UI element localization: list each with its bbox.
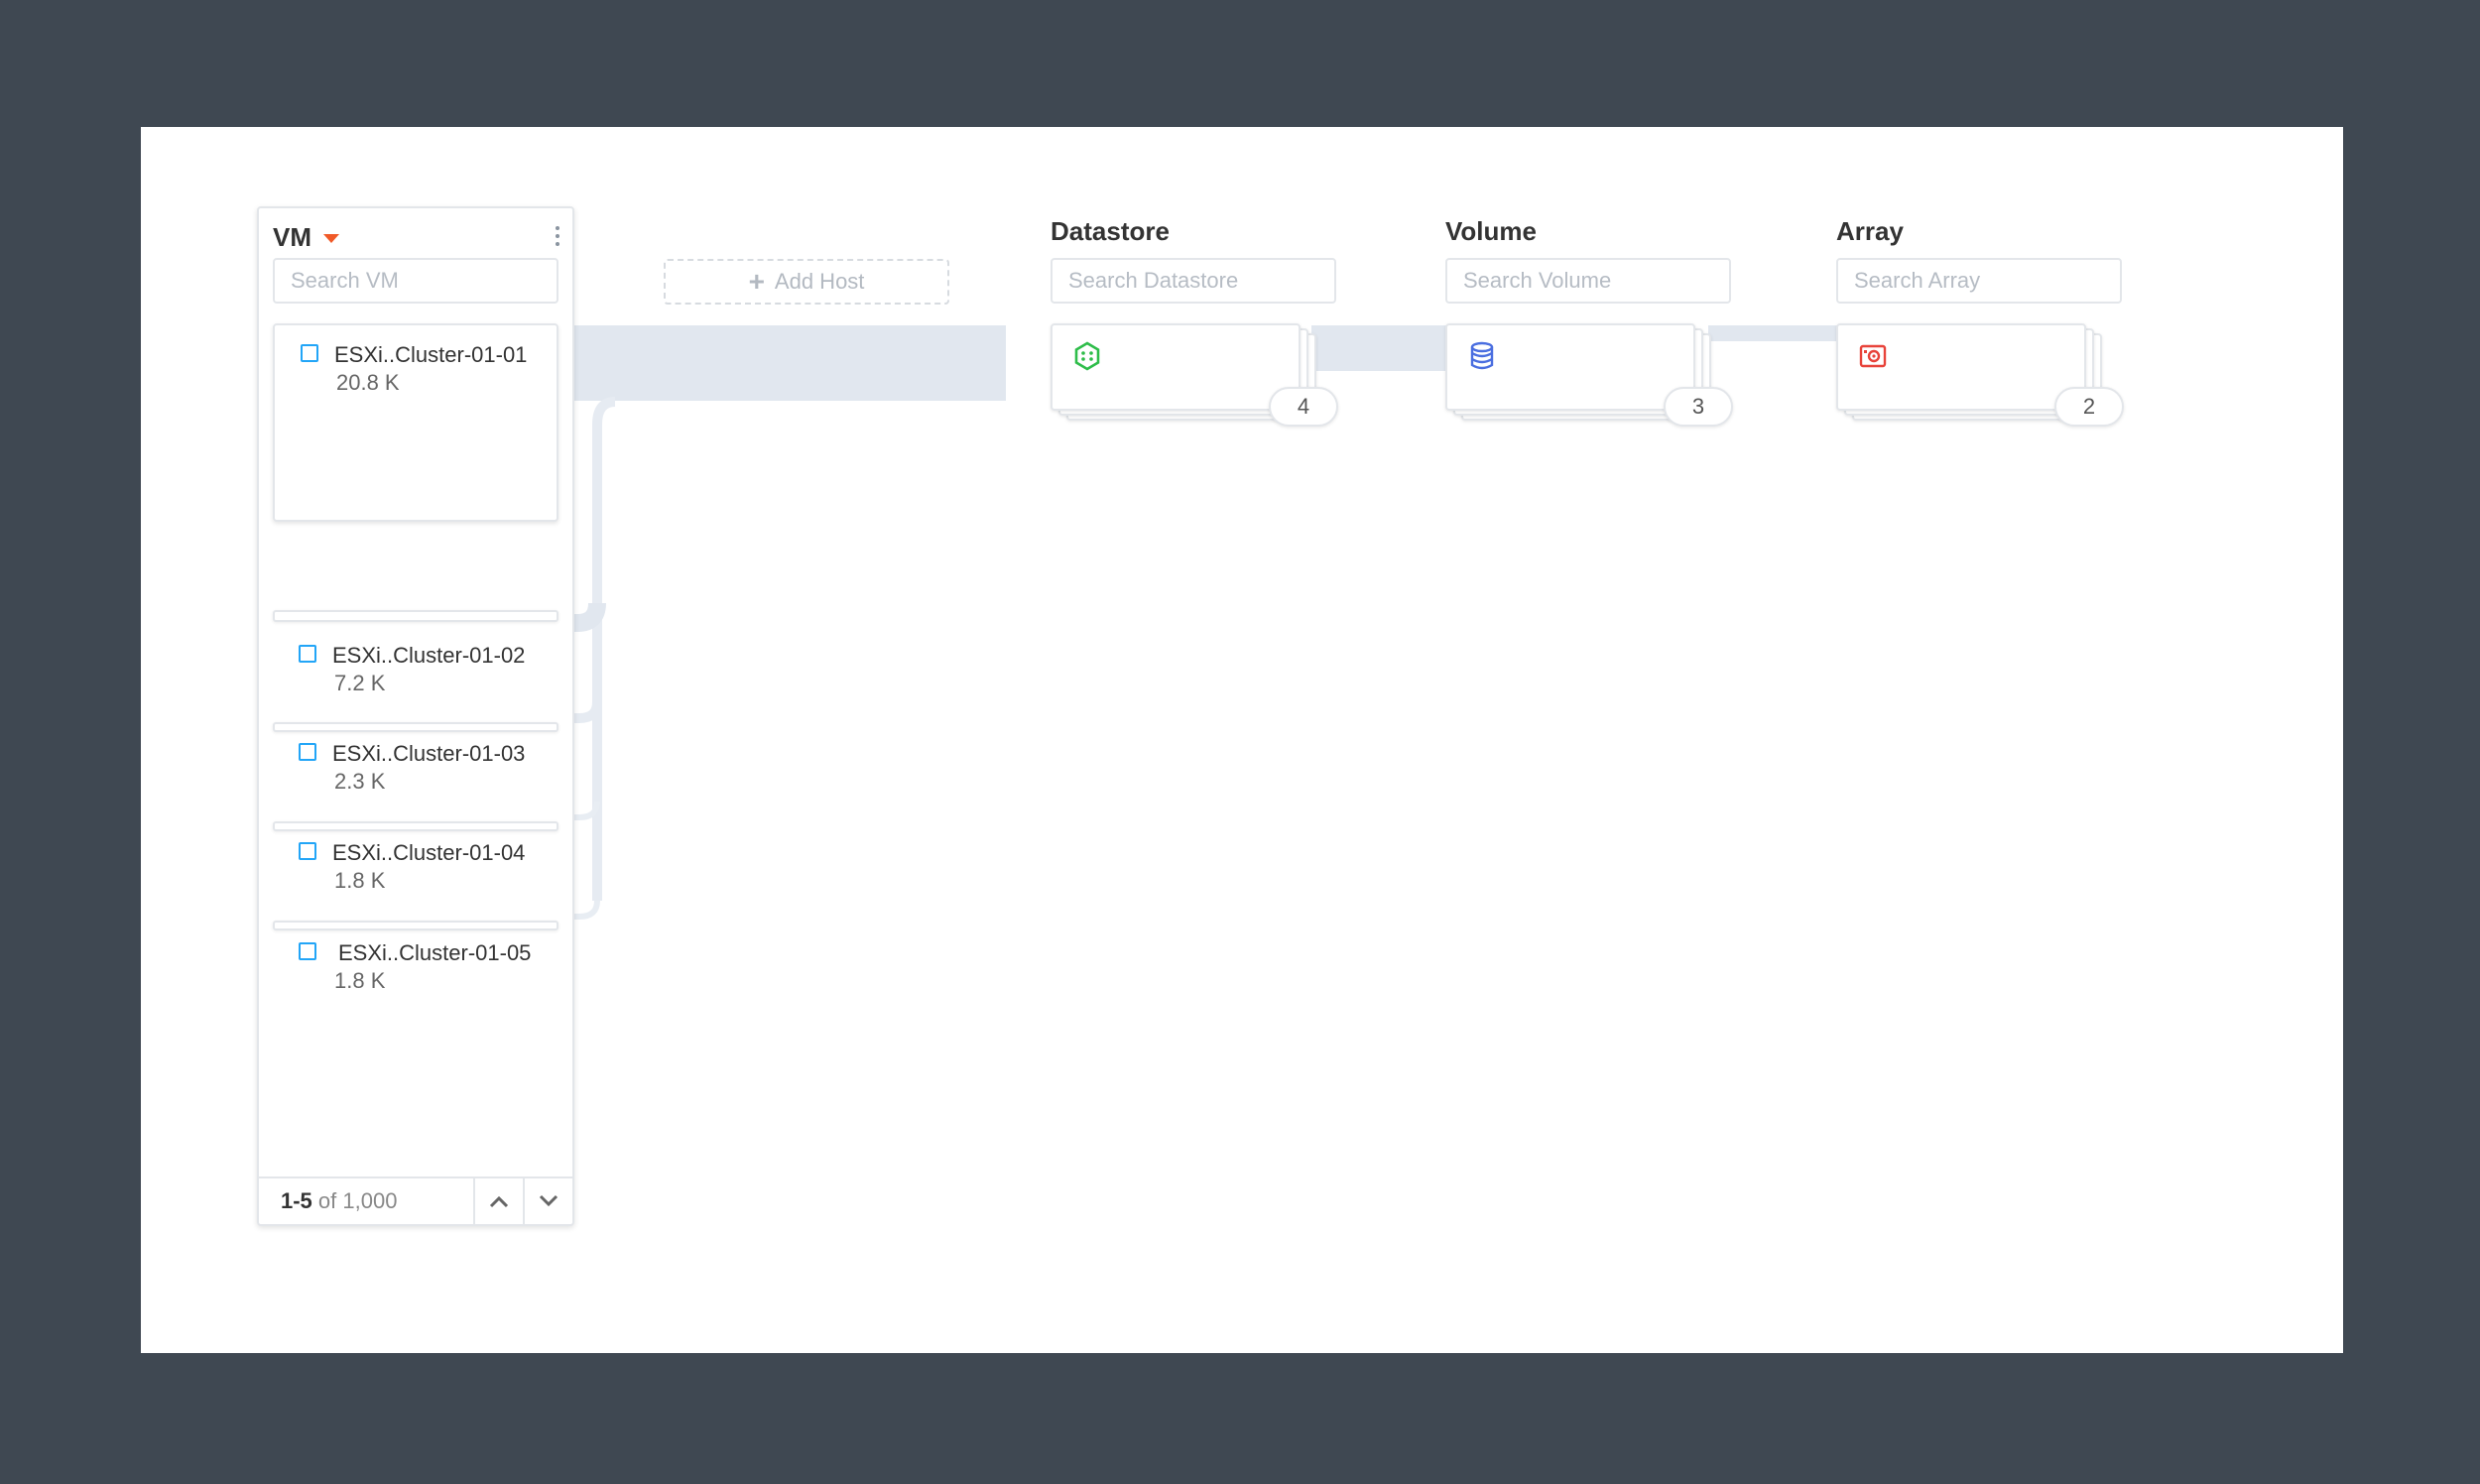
vm-item-checkbox[interactable]: [299, 842, 316, 860]
vm-item-name: ESXi..Cluster-01-02: [332, 643, 526, 668]
datastore-count-badge: 4: [1269, 387, 1338, 427]
vm-item-count: 1.8 K: [334, 868, 386, 893]
pagination-total: of 1,000: [317, 1188, 398, 1213]
vm-column-header[interactable]: VM: [273, 222, 339, 253]
vm-search-input[interactable]: [273, 258, 558, 304]
add-host-label: Add Host: [774, 269, 865, 294]
vm-item-name: ESXi..Cluster-01-05: [338, 940, 532, 965]
volume-search-input[interactable]: [1445, 258, 1731, 304]
vm-column-panel: VM ESXi..Cluster-01-01 20.8 K ESXi..Clus…: [257, 206, 574, 1226]
page-up-button[interactable]: [473, 1178, 523, 1224]
array-stack[interactable]: 2: [1836, 323, 2154, 442]
datastore-stack[interactable]: 4: [1051, 323, 1368, 442]
stack-layer-front: [1836, 323, 2086, 411]
stack-layer-front: [1445, 323, 1695, 411]
volume-stack[interactable]: 3: [1445, 323, 1763, 442]
volume-icon: [1470, 341, 1494, 370]
vm-item-checkbox[interactable]: [301, 344, 318, 362]
vm-item-count: 7.2 K: [334, 671, 386, 695]
vm-list-item[interactable]: ESXi..Cluster-01-02 7.2 K: [299, 642, 525, 697]
vm-pagination: 1-5 of 1,000: [259, 1176, 572, 1224]
array-icon: [1859, 344, 1887, 368]
array-column-title: Array: [1836, 216, 1904, 246]
vm-item-checkbox[interactable]: [299, 743, 316, 761]
vm-item-name: ESXi..Cluster-01-03: [332, 741, 526, 766]
vm-item-name: ESXi..Cluster-01-04: [332, 840, 526, 865]
kebab-menu-icon[interactable]: [555, 226, 560, 248]
stack-layer-front: [1051, 323, 1301, 411]
chevron-down-icon: [539, 1194, 558, 1207]
vm-item-count: 20.8 K: [336, 370, 400, 395]
vm-item-divider: [273, 722, 558, 732]
vm-item-count: 2.3 K: [334, 769, 386, 794]
vm-item-checkbox[interactable]: [299, 942, 316, 960]
volume-count-badge: 3: [1664, 387, 1733, 427]
page-down-button[interactable]: [523, 1178, 572, 1224]
plus-icon: +: [748, 266, 765, 297]
datastore-search-input[interactable]: [1051, 258, 1336, 304]
vm-list-item[interactable]: ESXi..Cluster-01-01 20.8 K: [273, 323, 558, 522]
pagination-range: 1-5: [281, 1188, 312, 1213]
vm-item-count: 1.8 K: [334, 968, 386, 993]
datastore-column-title: Datastore: [1051, 216, 1170, 246]
chevron-up-icon: [489, 1195, 509, 1208]
add-host-button[interactable]: + Add Host: [664, 259, 949, 305]
vm-item-divider: [273, 821, 558, 831]
vm-list-item[interactable]: ESXi..Cluster-01-03 2.3 K: [299, 740, 525, 796]
vm-list-item[interactable]: ESXi..Cluster-01-04 1.8 K: [299, 839, 525, 895]
topology-canvas: VM ESXi..Cluster-01-01 20.8 K ESXi..Clus…: [141, 127, 2343, 1353]
vm-list-item[interactable]: ESXi..Cluster-01-05 1.8 K: [299, 939, 531, 995]
vm-item-divider: [273, 610, 558, 622]
volume-column-title: Volume: [1445, 216, 1537, 246]
caret-down-icon[interactable]: [323, 234, 339, 243]
vm-item-divider: [273, 921, 558, 930]
datastore-icon: [1074, 341, 1100, 371]
array-count-badge: 2: [2054, 387, 2124, 427]
array-search-input[interactable]: [1836, 258, 2122, 304]
vm-column-title: VM: [273, 222, 311, 252]
vm-item-name: ESXi..Cluster-01-01: [334, 342, 528, 367]
vm-item-checkbox[interactable]: [299, 645, 316, 663]
pagination-text: 1-5 of 1,000: [281, 1188, 397, 1214]
